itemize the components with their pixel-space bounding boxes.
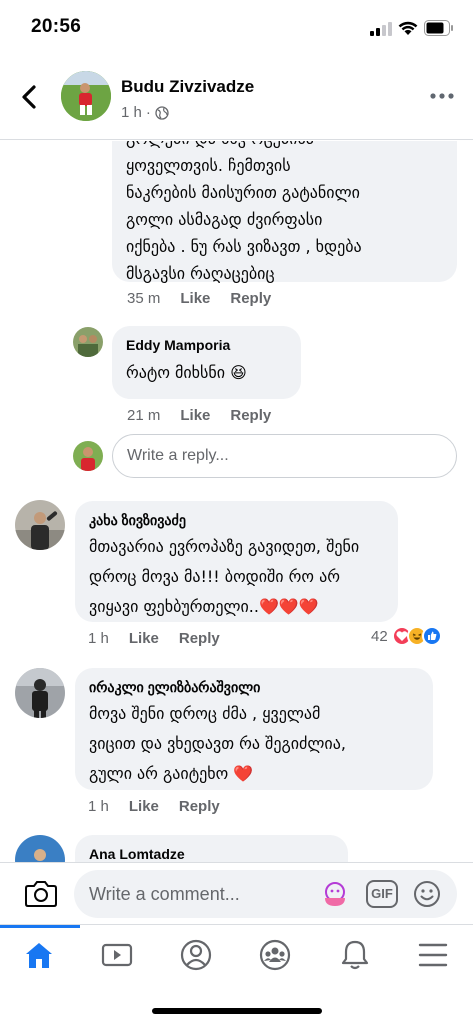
comment-bubble[interactable]: გოლები და სხვ ოცებისა ყოველთვის. ჩემთვის… xyxy=(112,141,457,283)
comment-text-line: დროც მოვა მა!!! ბოდიში რო არ xyxy=(89,567,340,586)
reply-button[interactable]: Reply xyxy=(179,630,220,647)
comment-1-clip: გოლები და სხვ ოცებისა ყოველთვის. ჩემთვის… xyxy=(0,141,473,291)
commenter-avatar[interactable] xyxy=(15,668,65,718)
comment-text-line: მოვა შენი დროც ძმა , ყველამ xyxy=(89,704,321,723)
notifications-icon xyxy=(341,940,369,970)
reply-button[interactable]: Reply xyxy=(230,407,271,424)
tab-notifications[interactable] xyxy=(335,935,375,975)
commenter-name[interactable]: Ana Lomtadze xyxy=(89,846,334,862)
commenter-avatar[interactable] xyxy=(15,500,65,550)
menu-icon xyxy=(418,943,448,967)
tab-groups[interactable] xyxy=(255,935,295,975)
comment-time: 1 h xyxy=(88,798,109,815)
home-icon xyxy=(26,943,52,968)
gif-button[interactable]: GIF xyxy=(366,880,398,908)
emoji-icon[interactable] xyxy=(412,879,442,909)
reaction-count: 42 xyxy=(371,627,388,645)
like-button[interactable]: Like xyxy=(129,798,159,815)
commenter-name[interactable]: Eddy Mamporia xyxy=(126,337,287,353)
active-tab-indicator xyxy=(0,925,80,928)
like-reaction-icon xyxy=(421,626,442,646)
post-time: 1 h xyxy=(121,104,142,121)
author-name[interactable]: Budu Zivzivadze xyxy=(121,77,254,97)
camera-icon[interactable] xyxy=(24,877,58,909)
commenter-avatar[interactable] xyxy=(73,327,103,357)
comment-actions: 21 m Like Reply xyxy=(127,407,271,424)
comment-time: 21 m xyxy=(127,407,161,424)
comment-text-line: ვიყავი ფეხბურთელი..❤️❤️❤️ xyxy=(89,597,319,616)
reaction-summary[interactable]: 42 xyxy=(371,626,442,646)
reply-input[interactable]: Write a reply... xyxy=(112,434,457,478)
reply-button[interactable]: Reply xyxy=(230,290,271,307)
post-header: Budu Zivzivadze 1 h · xyxy=(0,58,473,140)
like-button[interactable]: Like xyxy=(180,290,210,307)
my-avatar xyxy=(73,441,103,471)
commenter-name[interactable]: ირაკლი ელიზბარაშვილი xyxy=(89,679,419,696)
comment-input[interactable]: Write a comment... xyxy=(74,870,457,918)
home-indicator[interactable] xyxy=(152,1008,322,1014)
back-arrow-icon[interactable] xyxy=(16,83,44,111)
tab-home[interactable] xyxy=(19,935,59,975)
comment-text-line: ყოველთვის. ჩემთვის xyxy=(126,156,291,175)
comment-time: 35 m xyxy=(127,290,161,307)
comment-actions: 1 h Like Reply xyxy=(88,630,220,647)
comment-text-line: მსგავსი რაღაცებიც xyxy=(126,264,275,283)
status-time: 20:56 xyxy=(31,16,82,37)
comment-text: რატო მიხსნი 😆 xyxy=(126,363,247,382)
groups-icon xyxy=(259,939,291,971)
tab-profile[interactable] xyxy=(176,935,216,975)
avatar-sticker-icon[interactable] xyxy=(320,879,350,909)
comment-text-line: იქნება . ნუ რას ვიზავთ , ხდება xyxy=(126,237,362,256)
comment-actions: 1 h Like Reply xyxy=(88,798,220,815)
comment-time: 1 h xyxy=(88,630,109,647)
profile-icon xyxy=(180,939,212,971)
status-bar: 20:56 xyxy=(0,0,473,58)
like-button[interactable]: Like xyxy=(180,407,210,424)
comment-placeholder: Write a comment... xyxy=(89,884,240,904)
post-meta: 1 h · xyxy=(121,104,169,121)
comment-bubble[interactable]: კახა ზივზივაძე მთავარია ევროპაზე გავიდეთ… xyxy=(75,501,398,622)
comment-composer: Write a comment... GIF xyxy=(0,862,473,924)
reaction-icons xyxy=(391,626,442,646)
comment-text-line: გოლი ასმაგად ძვირფასი xyxy=(126,210,323,229)
commenter-name[interactable]: კახა ზივზივაძე xyxy=(89,512,384,529)
video-icon xyxy=(101,943,133,967)
comment-text-line: მთავარია ევროპაზე გავიდეთ, შენი xyxy=(89,537,360,556)
tab-video[interactable] xyxy=(97,935,137,975)
battery-icon xyxy=(424,20,453,36)
comment-bubble[interactable]: ირაკლი ელიზბარაშვილი მოვა შენი დროც ძმა … xyxy=(75,668,433,790)
reply-button[interactable]: Reply xyxy=(179,798,220,815)
cellular-signal-icon xyxy=(370,22,392,36)
author-avatar[interactable] xyxy=(61,71,111,121)
comment-text-line: ვიცით და ვხედავთ რა შეგიძლია, xyxy=(89,734,346,753)
comment-text-clipped: გოლები და სხვ ოცებისა xyxy=(126,141,443,152)
tab-menu[interactable] xyxy=(413,935,453,975)
like-button[interactable]: Like xyxy=(129,630,159,647)
comment-actions: 35 m Like Reply xyxy=(127,290,271,307)
comment-bubble[interactable]: Eddy Mamporia რატო მიხსნი 😆 xyxy=(112,326,301,399)
comment-text-line: ნაკრების მაისურით გატანილი xyxy=(126,183,360,202)
globe-icon xyxy=(155,105,169,120)
more-options-icon[interactable] xyxy=(430,91,454,101)
comment-text-line: გული არ გაიტეხო ❤️ xyxy=(89,764,254,783)
wifi-icon xyxy=(398,21,418,35)
